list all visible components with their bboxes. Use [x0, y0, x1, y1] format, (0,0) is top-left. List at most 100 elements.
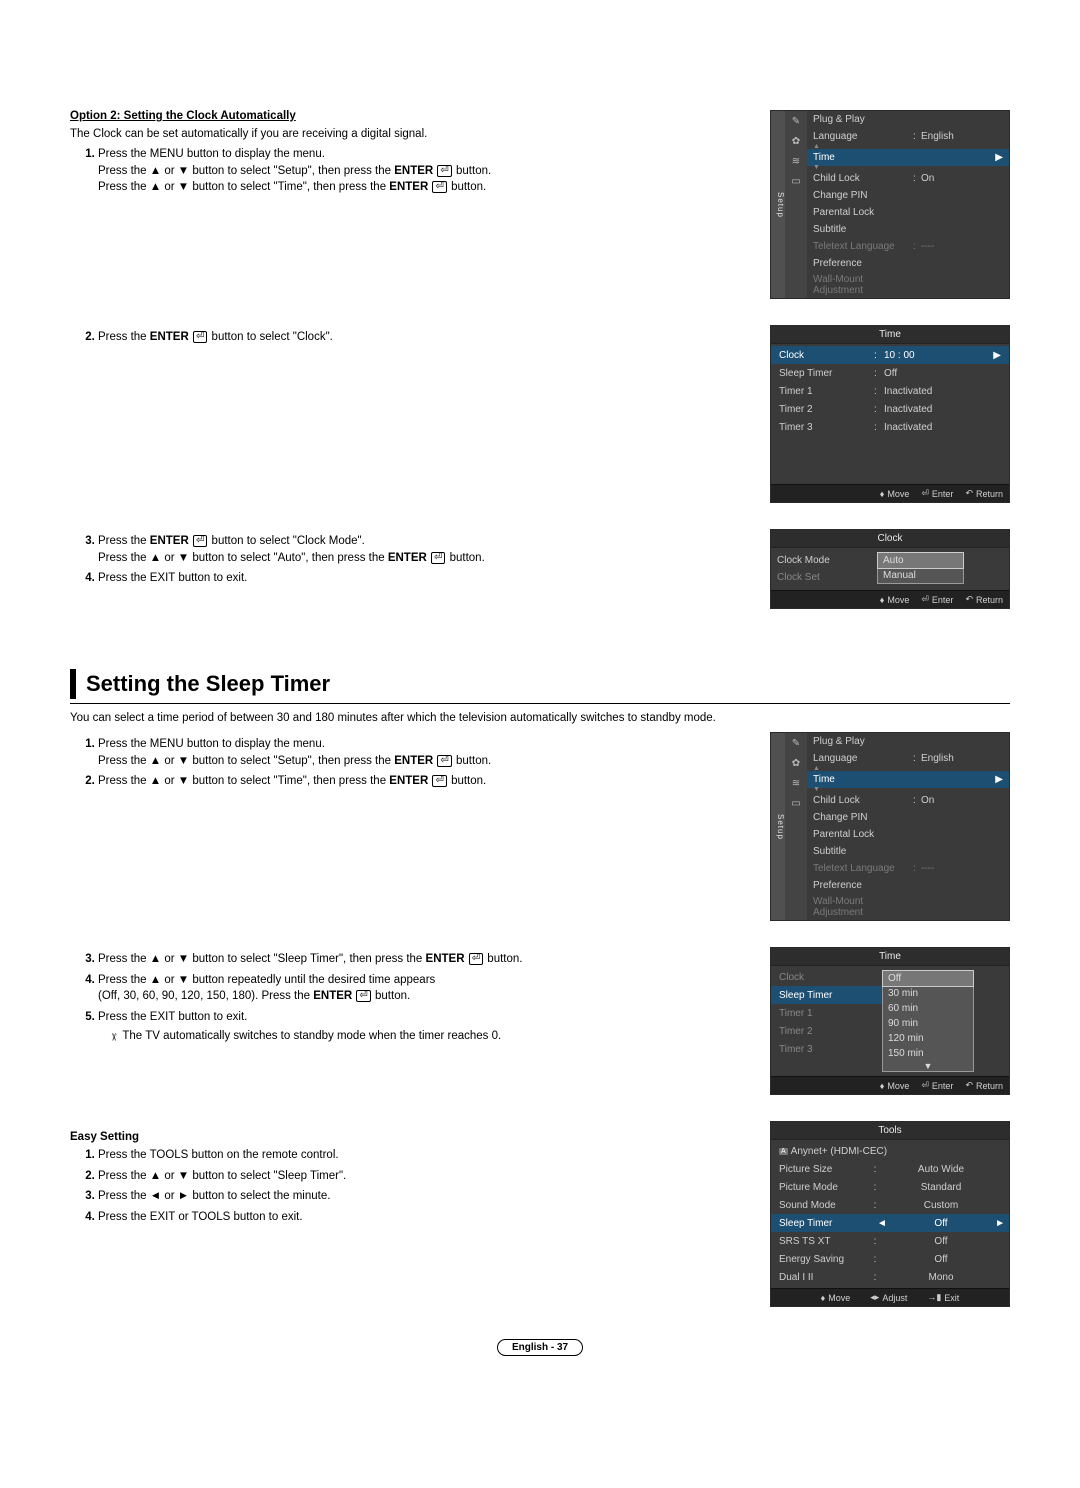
step-text: Press the ▲ or ▼ button to select "Setup… — [98, 165, 394, 177]
option-120[interactable]: 120 min — [883, 1031, 973, 1046]
label: Timer 1 — [779, 386, 874, 397]
nav-bar: ♦Move ⏎Enter ↶Return — [771, 484, 1009, 502]
easy-steps: Press the TOOLS button on the remote con… — [70, 1147, 752, 1226]
osd-time-sleep: Time Clock Sleep Timer Timer 1 Timer 2 T… — [770, 947, 1010, 1095]
step-text: button. — [448, 775, 486, 787]
chevron-down-icon: ▼ — [883, 1061, 973, 1071]
enter-word: ENTER — [389, 181, 428, 193]
enter-word: ENTER — [426, 953, 465, 965]
nav-bar: ♦Move ⏎Enter ↶Return — [771, 590, 1009, 608]
option-off[interactable]: Off — [882, 970, 974, 987]
nav-bar: ♦Move ◂▸Adjust →▮Exit — [771, 1288, 1009, 1306]
nav-move: ♦Move — [880, 594, 910, 605]
tools-item[interactable]: Sound Mode:Custom — [771, 1196, 1009, 1214]
menu-item[interactable]: Plug & Play — [807, 733, 1009, 750]
menu-item[interactable]: Sleep Timer:Off — [771, 364, 1009, 382]
menu-item-time[interactable]: Time▶ — [807, 149, 1009, 166]
icon-column: ✎ ✿ ≋ ▭ — [785, 111, 807, 298]
enter-icon: ⏎ — [437, 165, 451, 177]
value: ---- — [921, 241, 934, 252]
clock-mode-dropdown[interactable]: Auto Manual — [877, 552, 964, 584]
menu-item-disabled: Wall-Mount Adjustment — [807, 272, 1009, 298]
menu-item-clock[interactable]: Clock:10 : 00▶ — [771, 346, 1009, 364]
menu-item-disabled: Timer 3 — [771, 1040, 882, 1058]
tools-item[interactable]: AAnynet+ (HDMI-CEC) — [771, 1142, 1009, 1160]
osd-time: Time Clock:10 : 00▶ Sleep Timer:Off Time… — [770, 325, 1010, 503]
option-60[interactable]: 60 min — [883, 1001, 973, 1016]
sleep-timer-dropdown[interactable]: Off 30 min 60 min 90 min 120 min 150 min… — [882, 970, 974, 1072]
step-text: Press the ▲ or ▼ button to select "Auto"… — [98, 552, 388, 564]
step-text: (Off, 30, 60, 90, 120, 150, 180). Press … — [98, 990, 313, 1002]
menu-item-disabled: Teletext Language:---- — [807, 860, 1009, 877]
gear-icon: ✿ — [789, 756, 803, 770]
anynet-badge: A — [779, 1148, 788, 1155]
step-text: Press the ▲ or ▼ button to select "Time"… — [98, 775, 389, 787]
value: On — [921, 173, 934, 184]
menu-item[interactable]: Timer 2:Inactivated — [771, 400, 1009, 418]
option-auto[interactable]: Auto — [877, 552, 964, 569]
menu-item[interactable]: Parental Lock — [807, 826, 1009, 843]
sleep-row2: Press the ▲ or ▼ button to select "Sleep… — [70, 947, 1010, 1107]
tools-item[interactable]: Energy Saving:Off — [771, 1250, 1009, 1268]
menu-item[interactable]: Timer 1:Inactivated — [771, 382, 1009, 400]
chevron-left-icon: ◄ — [877, 1218, 887, 1229]
step-3: Press the ENTER ⏎ button to select "Cloc… — [98, 533, 752, 566]
option-30[interactable]: 30 min — [883, 986, 973, 1001]
tools-item-sleep-timer[interactable]: Sleep Timer◄Off► — [771, 1214, 1009, 1232]
enter-icon: ⏎ — [432, 775, 446, 787]
step-text: Press the MENU button to display the men… — [98, 148, 325, 160]
menu-item[interactable]: Language:English — [807, 750, 1009, 767]
menu-item[interactable]: Plug & Play — [807, 111, 1009, 128]
menu-item[interactable]: Subtitle — [807, 221, 1009, 238]
menu-item[interactable]: Parental Lock — [807, 204, 1009, 221]
menu-item-time[interactable]: Time▶ — [807, 771, 1009, 788]
step-text: Press the — [98, 535, 150, 547]
menu-item[interactable]: Child Lock:On — [807, 170, 1009, 187]
option-manual[interactable]: Manual — [878, 568, 963, 583]
menu-item[interactable]: Subtitle — [807, 843, 1009, 860]
option-90[interactable]: 90 min — [883, 1016, 973, 1031]
tools-item[interactable]: Picture Size:Auto Wide — [771, 1160, 1009, 1178]
brush-icon: ✎ — [789, 114, 803, 128]
enter-icon: ⏎ — [193, 331, 207, 343]
enter-word: ENTER — [394, 165, 433, 177]
menu-item[interactable]: Child Lock:On — [807, 792, 1009, 809]
nav-return: ↶Return — [965, 594, 1003, 605]
input-icon: ▭ — [789, 174, 803, 188]
heading-text: Setting the Sleep Timer — [86, 669, 330, 699]
osd-title: Time — [771, 948, 1009, 966]
option-150[interactable]: 150 min — [883, 1046, 973, 1061]
easy-step-4: Press the EXIT or TOOLS button to exit. — [98, 1209, 752, 1226]
nav-enter: ⏎Enter — [921, 594, 953, 605]
brush-icon: ✎ — [789, 736, 803, 750]
input-icon: ▭ — [789, 796, 803, 810]
osd-clock: Clock Clock Mode Clock Set Auto Manual ♦… — [770, 529, 1010, 609]
nav-bar: ♦Move ⏎Enter ↶Return — [771, 1076, 1009, 1094]
enter-word: ENTER — [389, 775, 428, 787]
step-text: Press the — [98, 331, 150, 343]
tools-item[interactable]: Dual I II:Mono — [771, 1268, 1009, 1286]
step-text: button. — [453, 755, 491, 767]
menu-item[interactable]: Change PIN — [807, 809, 1009, 826]
menu-item-sleep-timer[interactable]: Sleep Timer — [771, 986, 882, 1004]
label: Parental Lock — [813, 207, 913, 218]
tools-item[interactable]: Picture Mode:Standard — [771, 1178, 1009, 1196]
sleep-intro: You can select a time period of between … — [70, 712, 1010, 724]
chevron-right-icon: ▶ — [993, 350, 1001, 361]
enter-word: ENTER — [150, 331, 189, 343]
heading-bar — [70, 669, 76, 699]
menu-item[interactable]: Preference — [807, 877, 1009, 894]
tools-item[interactable]: SRS TS XT:Off — [771, 1232, 1009, 1250]
value: Inactivated — [884, 404, 1001, 415]
menu-item[interactable]: Timer 3:Inactivated — [771, 418, 1009, 436]
step-text: button. — [448, 181, 486, 193]
osd-setup: Setup ✎ ✿ ≋ ▭ Plug & Play Language:Engli… — [770, 110, 1010, 299]
note-icon — [108, 1028, 116, 1045]
menu-item[interactable]: Change PIN — [807, 187, 1009, 204]
menu-item[interactable]: Language:English — [807, 128, 1009, 145]
menu-item[interactable]: Preference — [807, 255, 1009, 272]
step2-row: Press the ENTER ⏎ button to select "Cloc… — [70, 325, 1010, 515]
value: English — [921, 131, 954, 142]
clock-set-label: Clock Set — [777, 569, 867, 586]
osd-title: Tools — [771, 1122, 1009, 1140]
